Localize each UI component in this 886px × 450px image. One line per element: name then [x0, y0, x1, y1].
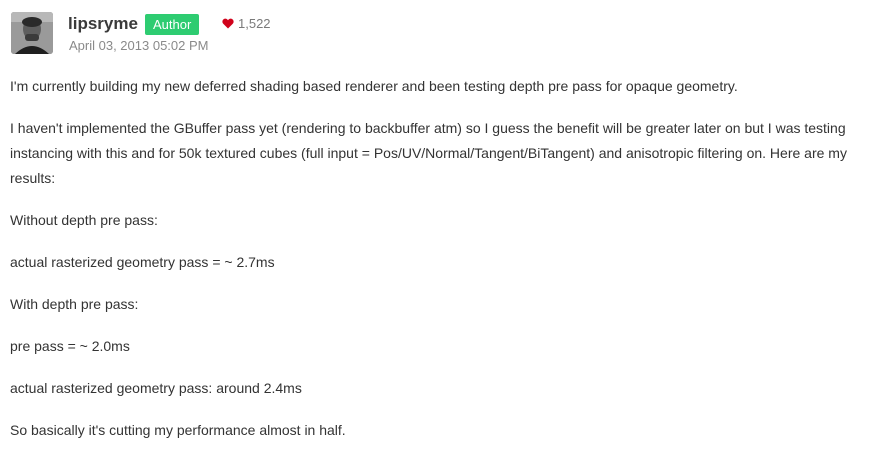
heart-icon [222, 18, 234, 29]
author-name[interactable]: lipsryme [68, 14, 138, 34]
author-badge: Author [145, 14, 200, 35]
paragraph: With depth pre pass: [10, 296, 139, 312]
paragraph: I haven't implemented the GBuffer pass y… [10, 120, 847, 186]
paragraph: So basically it's cutting my performance… [10, 422, 346, 438]
forum-post: lipsryme Author 1,522 April 03, 2013 05:… [0, 0, 886, 450]
paragraph: pre pass = ~ 2.0ms [10, 338, 130, 354]
reputation-count: 1,522 [238, 16, 271, 31]
avatar-photo-icon [11, 12, 53, 54]
avatar[interactable] [11, 12, 53, 54]
paragraph: Without depth pre pass: [10, 212, 158, 228]
reputation: 1,522 [222, 16, 271, 31]
paragraph: I'm currently building my new deferred s… [10, 78, 738, 94]
paragraph: actual rasterized geometry pass = ~ 2.7m… [10, 254, 275, 270]
post-date[interactable]: April 03, 2013 05:02 PM [69, 38, 208, 53]
post-content: I'm currently building my new deferred s… [10, 74, 876, 450]
paragraph: actual rasterized geometry pass: around … [10, 380, 302, 396]
